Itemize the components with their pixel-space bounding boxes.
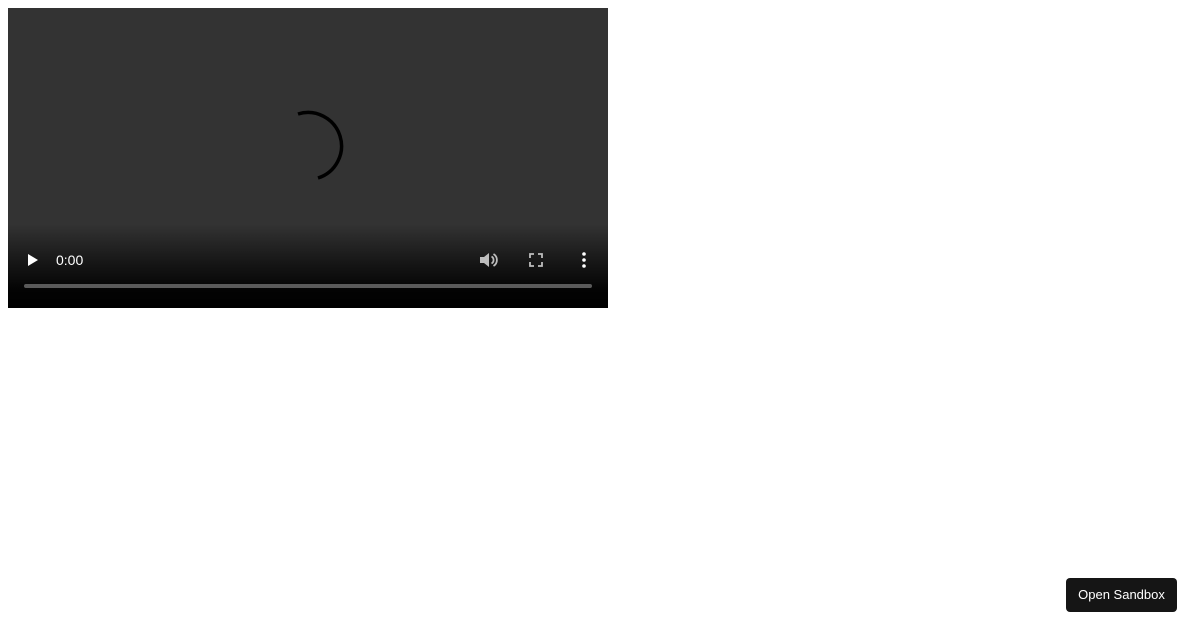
fullscreen-icon[interactable]	[528, 252, 544, 268]
play-icon[interactable]	[24, 251, 42, 269]
volume-icon[interactable]	[478, 251, 498, 269]
open-sandbox-button[interactable]: Open Sandbox	[1066, 578, 1177, 612]
loading-spinner-icon	[297, 110, 344, 180]
current-time: 0:00	[56, 252, 84, 268]
video-player[interactable]: 0:00	[8, 8, 608, 308]
more-vertical-icon[interactable]	[578, 251, 590, 269]
video-controls-bar	[8, 224, 608, 308]
progress-slider[interactable]	[24, 284, 592, 288]
